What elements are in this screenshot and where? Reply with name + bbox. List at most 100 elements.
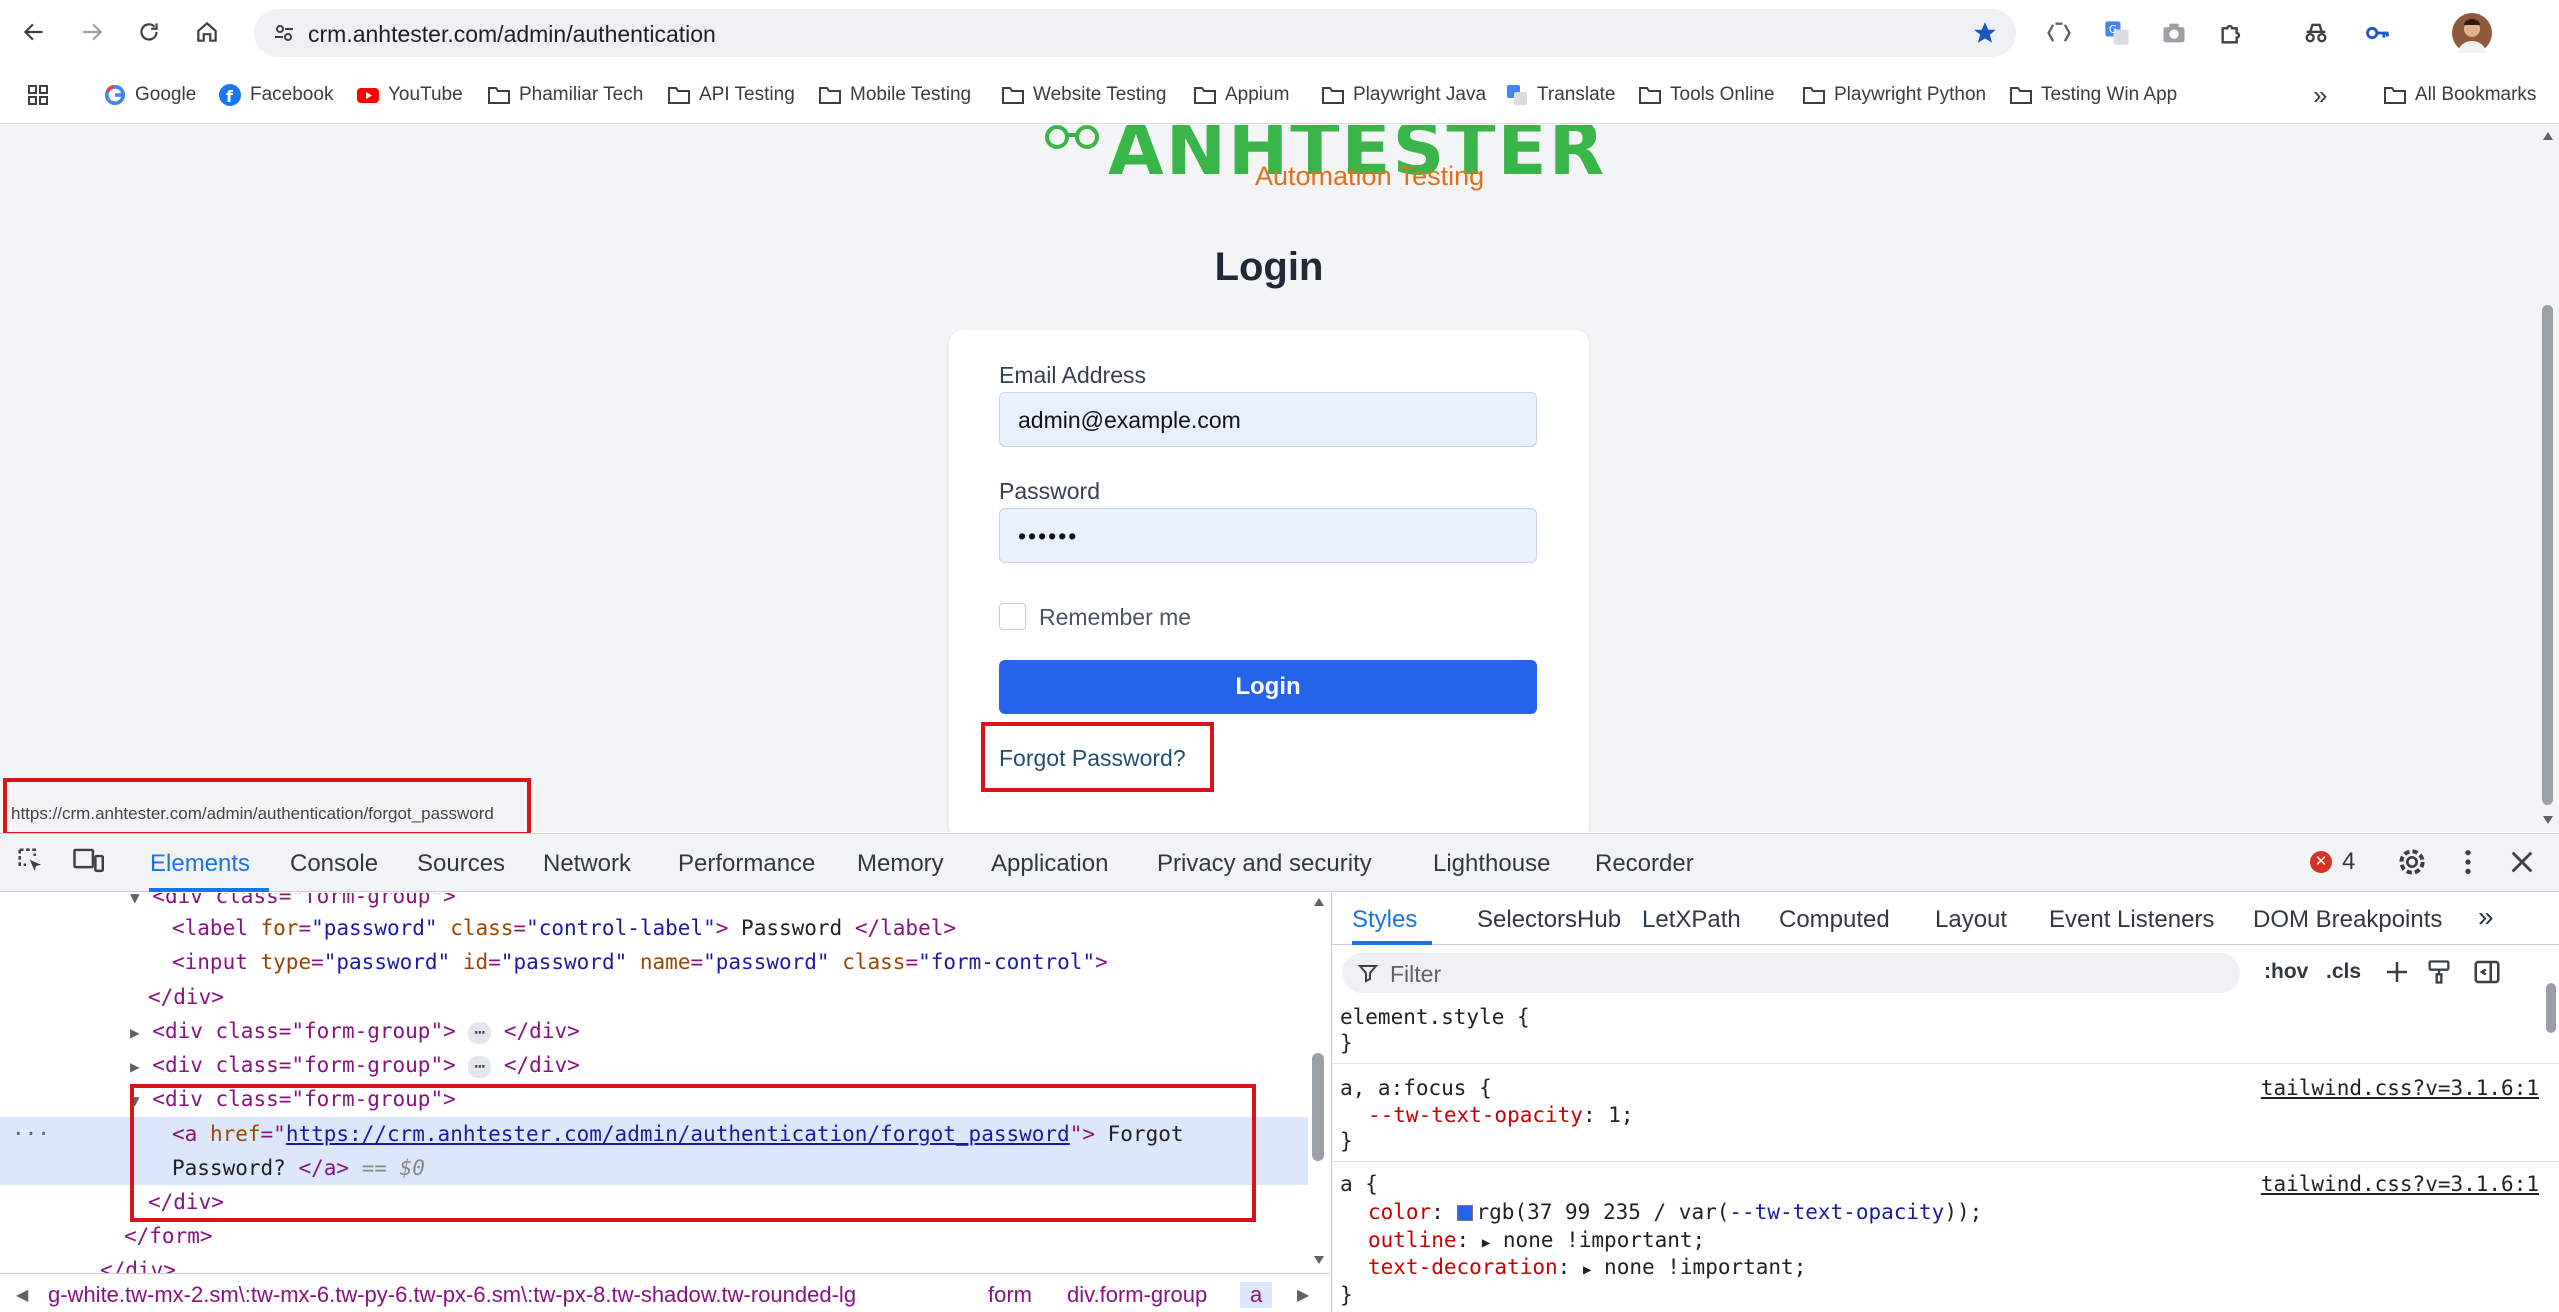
styles-scrollbar[interactable] — [2542, 953, 2559, 1312]
dom-node-div-close[interactable]: </div> — [100, 1253, 176, 1273]
rule-selector[interactable]: a, a:focus { — [1340, 1076, 1492, 1100]
tab-letxpath[interactable]: LetXPath — [1642, 906, 1741, 934]
scroll-down-arrow-icon[interactable] — [1313, 1255, 1325, 1265]
color-swatch-icon[interactable] — [1456, 1205, 1473, 1221]
dom-node-div-open[interactable]: ▼ <div class="form-group"> — [130, 893, 456, 913]
dom-node-div-close[interactable]: </div> — [148, 980, 224, 1014]
tab-elements[interactable]: Elements — [150, 850, 250, 878]
element-style-selector[interactable]: element.style { — [1340, 1005, 1530, 1029]
breadcrumb-item[interactable]: form — [988, 1282, 1032, 1308]
dom-node-input[interactable]: <input type="password" id="password" nam… — [172, 945, 1108, 979]
bookmark-folder[interactable]: Website Testing — [1001, 80, 1166, 110]
tab-sources[interactable]: Sources — [417, 850, 505, 878]
translate-extension-icon[interactable]: G — [2100, 16, 2134, 50]
bookmark-youtube[interactable]: YouTube — [356, 80, 463, 110]
tab-console[interactable]: Console — [290, 850, 378, 878]
tab-styles[interactable]: Styles — [1352, 906, 1417, 934]
tab-selectorshub[interactable]: SelectorsHub — [1477, 906, 1621, 934]
css-declaration[interactable]: color: rgb(37 99 235 / var(--tw-text-opa… — [1368, 1200, 1982, 1224]
close-devtools-icon[interactable] — [2508, 848, 2536, 881]
tab-privacy-security[interactable]: Privacy and security — [1157, 850, 1372, 878]
dom-scrollbar-thumb[interactable] — [1312, 1053, 1324, 1161]
email-field[interactable]: admin@example.com — [999, 392, 1537, 447]
tab-computed[interactable]: Computed — [1779, 906, 1890, 934]
bookmark-folder[interactable]: API Testing — [667, 80, 795, 110]
tab-recorder[interactable]: Recorder — [1595, 850, 1694, 878]
more-bookmarks-chevron-icon[interactable]: » — [2313, 80, 2327, 110]
recycle-extension-icon[interactable] — [2042, 16, 2076, 50]
all-bookmarks[interactable]: All Bookmarks — [2383, 80, 2536, 110]
css-declaration[interactable]: outline: ▶ none !important; — [1368, 1228, 1705, 1252]
bookmark-folder[interactable]: Playwright Java — [1321, 80, 1486, 110]
breadcrumb-right-arrow-icon[interactable]: ▶ — [1297, 1285, 1309, 1305]
expand-triangle-icon[interactable]: ▶ — [1482, 1235, 1490, 1251]
error-counter[interactable]: ✕ 4 — [2310, 848, 2355, 876]
expand-triangle-icon[interactable]: ▼ — [130, 893, 140, 907]
home-icon[interactable] — [189, 14, 225, 50]
password-key-icon[interactable] — [2361, 16, 2395, 50]
incognito-icon[interactable] — [2299, 16, 2333, 50]
bookmark-translate[interactable]: Translate — [1505, 80, 1616, 110]
breadcrumb-item[interactable]: div.form-group — [1067, 1282, 1207, 1308]
rule-selector[interactable]: a { — [1340, 1172, 1378, 1196]
remember-me-label[interactable]: Remember me — [1039, 604, 1191, 631]
dom-node-div-collapsed[interactable]: ▶ <div class="form-group"> ⋯ </div> — [130, 1048, 580, 1082]
breadcrumb-item[interactable]: g-white.tw-mx-2.sm\:tw-mx-6.tw-py-6.tw-p… — [48, 1282, 856, 1308]
dom-ellipsis[interactable]: ⋯ — [468, 1022, 492, 1044]
scroll-down-arrow-icon[interactable] — [2542, 815, 2554, 825]
site-info-icon[interactable] — [272, 21, 296, 50]
extensions-puzzle-icon[interactable] — [2215, 16, 2249, 50]
tab-network[interactable]: Network — [543, 850, 631, 878]
breadcrumb-left-arrow-icon[interactable]: ◀ — [16, 1285, 28, 1305]
more-options-icon[interactable] — [2458, 846, 2478, 883]
styles-scrollbar-thumb[interactable] — [2546, 983, 2556, 1033]
css-variable[interactable]: --tw-text-opacity — [1729, 1200, 1944, 1224]
row-options-dots[interactable]: ··· — [12, 1117, 50, 1151]
tab-memory[interactable]: Memory — [857, 850, 944, 878]
expand-triangle-icon[interactable]: ▶ — [1583, 1262, 1591, 1278]
reload-icon[interactable] — [131, 14, 167, 50]
hov-toggle[interactable]: :hov — [2264, 960, 2308, 984]
page-scrollbar[interactable] — [2537, 125, 2559, 832]
bookmark-folder[interactable]: Tools Online — [1638, 80, 1775, 110]
camera-extension-icon[interactable] — [2157, 16, 2191, 50]
device-toolbar-icon[interactable] — [72, 846, 104, 881]
tab-layout[interactable]: Layout — [1935, 906, 2007, 934]
bookmark-folder[interactable]: Mobile Testing — [818, 80, 971, 110]
dom-node-div-collapsed[interactable]: ▶ <div class="form-group"> ⋯ </div> — [130, 1014, 580, 1048]
forward-icon[interactable] — [74, 14, 110, 50]
tab-application[interactable]: Application — [991, 850, 1108, 878]
tab-performance[interactable]: Performance — [678, 850, 815, 878]
dom-ellipsis[interactable]: ⋯ — [468, 1056, 492, 1078]
bookmark-folder[interactable]: Appium — [1193, 80, 1289, 110]
rule-source-link[interactable]: tailwind.css?v=3.1.6:1 — [2261, 1172, 2539, 1196]
scroll-up-arrow-icon[interactable] — [2542, 131, 2554, 141]
apps-grid-icon[interactable] — [26, 80, 50, 110]
breadcrumb-item-active[interactable]: a — [1240, 1282, 1273, 1308]
scroll-up-arrow-icon[interactable] — [1313, 897, 1325, 907]
css-declaration[interactable]: --tw-text-opacity: 1; — [1368, 1103, 1634, 1127]
dom-node-label[interactable]: <label for="password" class="control-lab… — [172, 911, 956, 945]
password-field[interactable]: •••••• — [999, 508, 1537, 563]
profile-avatar[interactable] — [2452, 13, 2492, 53]
page-scrollbar-thumb[interactable] — [2542, 305, 2553, 805]
tab-dom-breakpoints[interactable]: DOM Breakpoints — [2253, 906, 2442, 934]
cls-toggle[interactable]: .cls — [2326, 960, 2361, 984]
collapse-triangle-icon[interactable]: ▶ — [130, 1057, 140, 1076]
tab-event-listeners[interactable]: Event Listeners — [2049, 906, 2214, 934]
bookmark-folder[interactable]: Playwright Python — [1802, 80, 1986, 110]
more-tabs-chevron-icon[interactable]: » — [2478, 901, 2494, 933]
dom-scrollbar[interactable] — [1308, 893, 1330, 1273]
inspect-element-icon[interactable] — [16, 846, 46, 881]
remember-me-checkbox[interactable] — [999, 603, 1026, 630]
tab-lighthouse[interactable]: Lighthouse — [1433, 850, 1550, 878]
login-button[interactable]: Login — [999, 660, 1537, 714]
bookmark-folder[interactable]: Testing Win App — [2009, 80, 2177, 110]
paint-brush-icon[interactable] — [2425, 957, 2453, 992]
bookmark-google[interactable]: Google — [103, 80, 196, 110]
dom-node-form-close[interactable]: </form> — [124, 1219, 213, 1253]
css-declaration[interactable]: text-decoration: ▶ none !important; — [1368, 1255, 1806, 1279]
add-rule-plus-icon[interactable] — [2382, 957, 2412, 992]
rule-source-link[interactable]: tailwind.css?v=3.1.6:1 — [2261, 1076, 2539, 1100]
bookmark-facebook[interactable]: f Facebook — [218, 80, 333, 110]
